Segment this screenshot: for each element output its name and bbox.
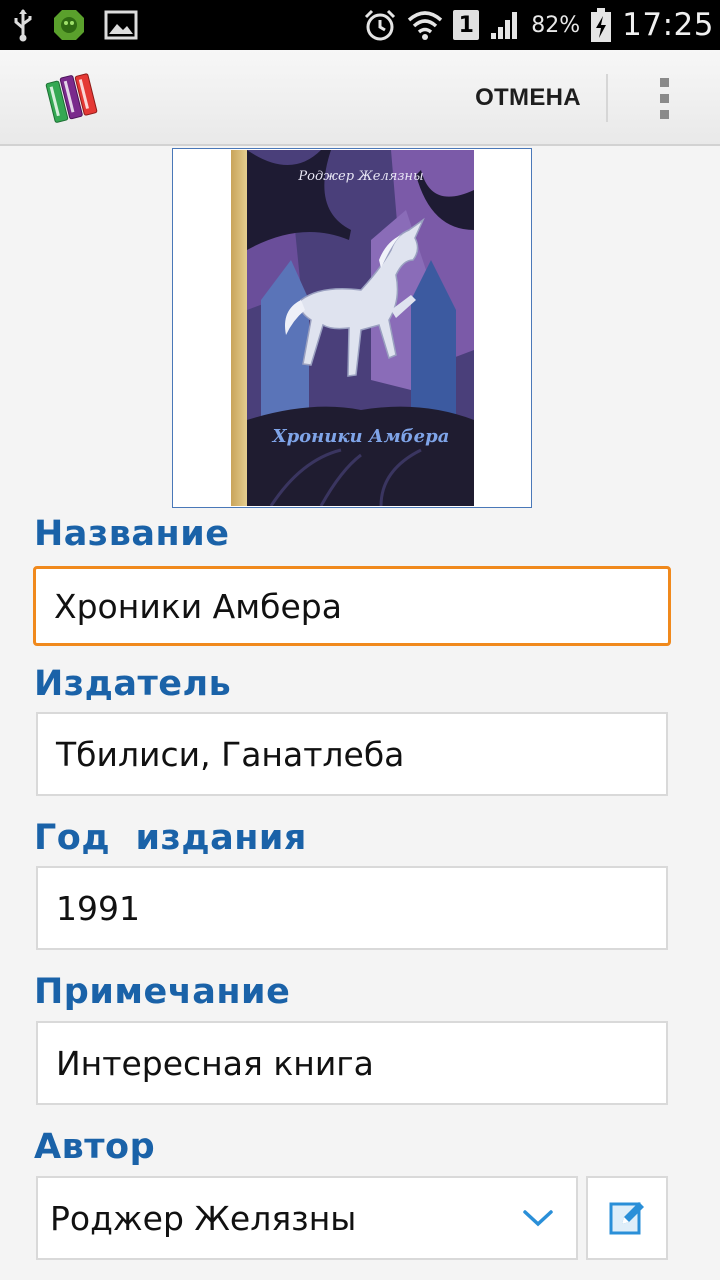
note-label: Примечание bbox=[34, 972, 291, 1012]
publisher-input-value: Тбилиси, Ганатлеба bbox=[56, 734, 405, 774]
usb-icon bbox=[14, 9, 32, 42]
publisher-input[interactable]: Тбилиси, Ганатлеба bbox=[36, 712, 668, 796]
edit-icon bbox=[609, 1202, 644, 1235]
author-dropdown[interactable]: Роджер Желязны bbox=[36, 1176, 578, 1260]
image-icon bbox=[104, 10, 138, 40]
year-input-value: 1991 bbox=[56, 888, 140, 928]
note-input[interactable]: Интересная книга bbox=[36, 1021, 668, 1105]
battery-percent: 82% bbox=[531, 12, 581, 38]
action-bar-divider bbox=[606, 74, 608, 122]
note-input-value: Интересная книга bbox=[56, 1043, 374, 1083]
book-cover-image[interactable]: Роджер Желязны Хроники Амбера bbox=[172, 148, 532, 508]
cover-author-text: Роджер Желязны bbox=[297, 169, 423, 184]
title-input-value: Хроники Амбера bbox=[54, 586, 342, 626]
status-bar: 1 82% 17:25 bbox=[0, 0, 720, 50]
alarm-icon bbox=[365, 9, 396, 41]
edit-author-button[interactable] bbox=[586, 1176, 668, 1260]
sim-slot-badge: 1 bbox=[453, 10, 480, 40]
battery-charging-icon bbox=[591, 8, 612, 42]
shield-app-icon bbox=[54, 10, 84, 40]
overflow-menu-icon[interactable] bbox=[636, 70, 692, 126]
cancel-button[interactable]: ОТМЕНА bbox=[452, 70, 604, 126]
author-label: Автор bbox=[34, 1127, 156, 1167]
books-logo-icon[interactable] bbox=[44, 70, 100, 126]
title-label: Название bbox=[34, 514, 230, 554]
year-input[interactable]: 1991 bbox=[36, 866, 668, 950]
wifi-icon bbox=[408, 11, 443, 40]
clock: 17:25 bbox=[622, 7, 714, 43]
action-bar: ОТМЕНА bbox=[0, 50, 720, 146]
cover-title-text: Хроники Амбера bbox=[272, 426, 450, 447]
book-cover-art: Роджер Желязны Хроники Амбера bbox=[231, 150, 474, 506]
signal-icon bbox=[491, 12, 518, 39]
publisher-label: Издатель bbox=[34, 664, 232, 704]
title-input[interactable]: Хроники Амбера bbox=[33, 566, 671, 646]
author-dropdown-value: Роджер Желязны bbox=[50, 1198, 357, 1238]
chevron-down-icon bbox=[523, 1210, 553, 1227]
year-label: Год издания bbox=[34, 818, 307, 858]
